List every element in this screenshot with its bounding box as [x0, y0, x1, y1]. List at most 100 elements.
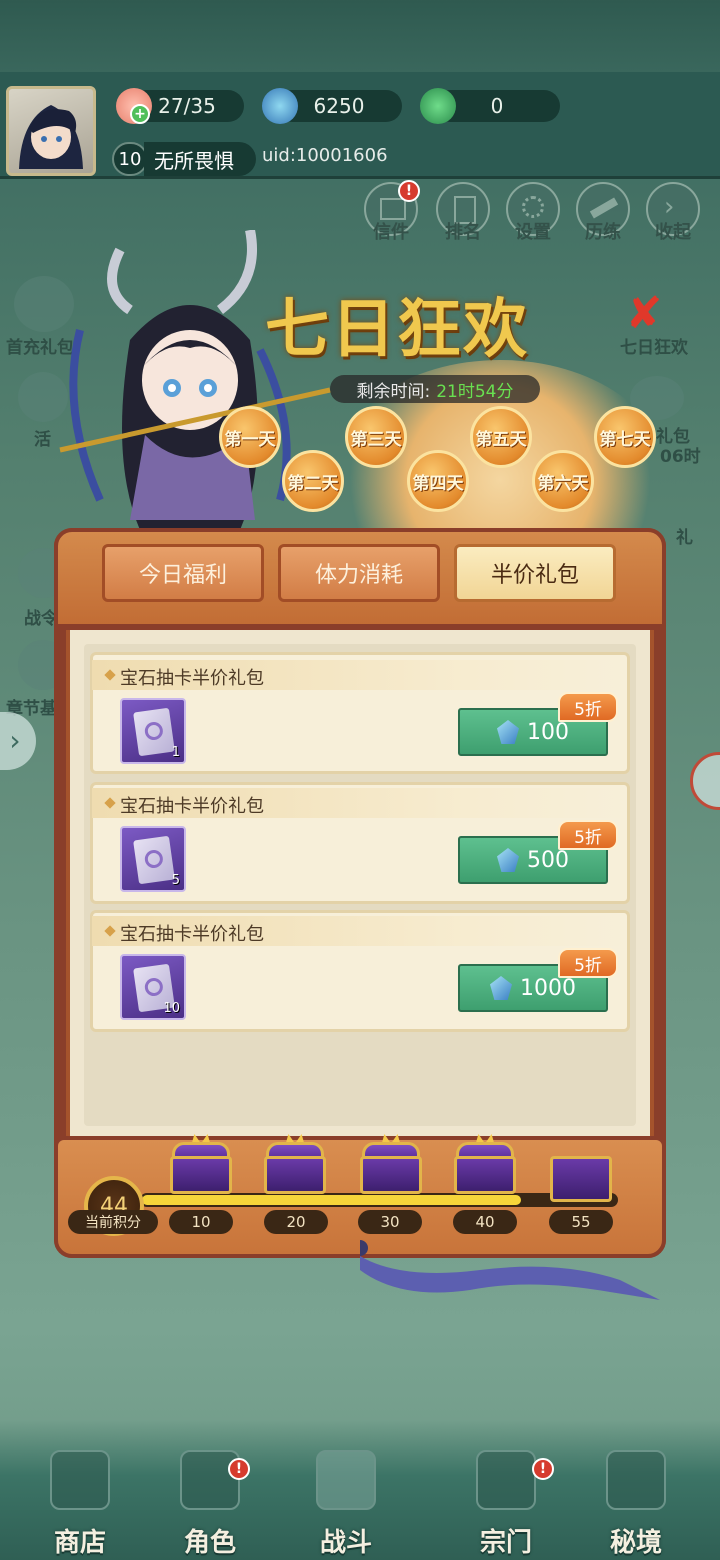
settings-label: 设置: [515, 222, 551, 243]
ranking-label: 排名: [445, 222, 481, 243]
battle-icon: [316, 1450, 376, 1510]
gear-icon: [522, 196, 544, 218]
tab-daily-welfare[interactable]: 今日福利: [102, 544, 264, 602]
mail-badge: !: [398, 180, 420, 202]
gem-icon: [497, 720, 519, 744]
day-5-label: 第五天: [475, 429, 527, 450]
package-title: 宝石抽卡半价礼包: [120, 924, 264, 945]
buy-price: 500: [527, 847, 569, 873]
milestone-label: 55: [549, 1210, 613, 1234]
reward-chest-10[interactable]: [168, 1134, 234, 1196]
day-6-label: 第六天: [537, 473, 589, 494]
timer-label: 剩余时间:: [356, 381, 431, 402]
gem-value: 6250: [313, 94, 365, 118]
player-name-text: 无所畏惧: [154, 148, 234, 173]
nav-secret-realm[interactable]: 秘境: [576, 1450, 696, 1560]
milestone-label: 10: [169, 1210, 233, 1234]
day-7-button[interactable]: 第七天: [594, 406, 656, 468]
chest-icon: [550, 1156, 612, 1202]
collapse-label: 收起: [655, 222, 691, 243]
reward-chest-30[interactable]: [358, 1134, 424, 1196]
gem-icon: [262, 88, 298, 124]
milestone-label: 20: [264, 1210, 328, 1234]
day-6-button[interactable]: 第六天: [532, 450, 594, 512]
timer-value: 21时54分: [436, 381, 514, 402]
discount-badge: 5折: [558, 692, 618, 722]
player-name: 无所畏惧: [144, 142, 256, 176]
item-quantity: 10: [163, 1001, 180, 1016]
ticket-scroll-icon: [133, 835, 175, 885]
nav-sect-label: 宗门: [479, 1528, 532, 1558]
chest-icon: [264, 1156, 326, 1194]
day-1-label: 第一天: [224, 429, 276, 450]
day-1-button[interactable]: 第一天: [219, 406, 281, 468]
reward-chest-20[interactable]: [262, 1134, 328, 1196]
day-3-button[interactable]: 第三天: [345, 406, 407, 468]
right-expand-icon[interactable]: [690, 752, 720, 810]
package-title: 宝石抽卡半价礼包: [120, 796, 264, 817]
training-icon: [589, 197, 619, 219]
character-badge: !: [228, 1458, 250, 1480]
mail-label: 信件: [373, 222, 409, 243]
day-3-label: 第三天: [350, 429, 402, 450]
secret-realm-icon: [606, 1450, 666, 1510]
reward-chest-40[interactable]: [452, 1134, 518, 1196]
player-uid: uid:10001606: [262, 145, 388, 166]
package-title: 宝石抽卡半价礼包: [120, 668, 264, 689]
left-expand-arrow-icon[interactable]: ›: [0, 712, 36, 770]
discount-badge: 5折: [558, 820, 618, 850]
milestone-label: 40: [453, 1210, 517, 1234]
day-2-button[interactable]: 第二天: [282, 450, 344, 512]
gem-icon: [497, 848, 519, 872]
nav-shop-label: 商店: [53, 1528, 106, 1558]
reward-chest-55[interactable]: [548, 1146, 614, 1208]
ticket-scroll-icon: [133, 707, 175, 757]
milestone-label: 30: [358, 1210, 422, 1234]
current-score-label: 当前积分: [68, 1210, 158, 1234]
discount-badge: 5折: [558, 948, 618, 978]
nav-battle[interactable]: 战斗: [286, 1450, 406, 1560]
level-value: 10: [118, 148, 142, 170]
gem-draw-ticket-item[interactable]: 10: [120, 954, 186, 1020]
day-4-button[interactable]: 第四天: [407, 450, 469, 512]
character-icon: [180, 1450, 240, 1510]
gem-icon: [490, 976, 512, 1000]
remaining-time: 剩余时间: 21时54分: [330, 375, 540, 403]
day-5-button[interactable]: 第五天: [470, 406, 532, 468]
chest-icon: [360, 1156, 422, 1194]
sect-badge: !: [532, 1458, 554, 1480]
day-7-label: 第七天: [599, 429, 651, 450]
tab-half-price-pack[interactable]: 半价礼包: [454, 544, 616, 602]
day-2-label: 第二天: [287, 473, 339, 494]
chest-icon: [454, 1156, 516, 1194]
shop-icon: [50, 1450, 110, 1510]
ribbon-decoration: [360, 1240, 660, 1300]
add-stamina-button[interactable]: +: [130, 104, 150, 124]
stamina-value: 27/35: [158, 94, 216, 118]
nav-character-label: 角色: [183, 1528, 236, 1558]
battle-pass-label: 战令: [24, 609, 58, 629]
item-quantity: 1: [171, 745, 180, 760]
mail-icon: [380, 198, 406, 220]
nav-battle-label: 战斗: [319, 1528, 372, 1558]
nav-shop[interactable]: 商店: [20, 1450, 140, 1560]
item-quantity: 5: [171, 873, 180, 888]
jade-value: 0: [490, 94, 504, 118]
player-avatar[interactable]: [6, 86, 96, 176]
buy-price: 1000: [520, 975, 576, 1001]
gift2-side-label: 礼: [676, 528, 693, 548]
training-label: 历练: [585, 222, 621, 243]
close-icon[interactable]: ✘: [622, 292, 666, 336]
gem-draw-ticket-item[interactable]: 5: [120, 826, 186, 892]
tab-stamina-consume[interactable]: 体力消耗: [278, 544, 440, 602]
day-4-label: 第四天: [412, 473, 464, 494]
player-level: 10: [112, 142, 148, 176]
nav-secret-realm-label: 秘境: [609, 1528, 662, 1558]
nav-character[interactable]: 角色: [150, 1450, 270, 1560]
gem-draw-ticket-item[interactable]: 1: [120, 698, 186, 764]
sect-icon: [476, 1450, 536, 1510]
score-progress-fill: [142, 1195, 521, 1205]
jade-dragon-icon: [420, 88, 456, 124]
buy-price: 100: [527, 719, 569, 745]
chest-icon: [170, 1156, 232, 1194]
